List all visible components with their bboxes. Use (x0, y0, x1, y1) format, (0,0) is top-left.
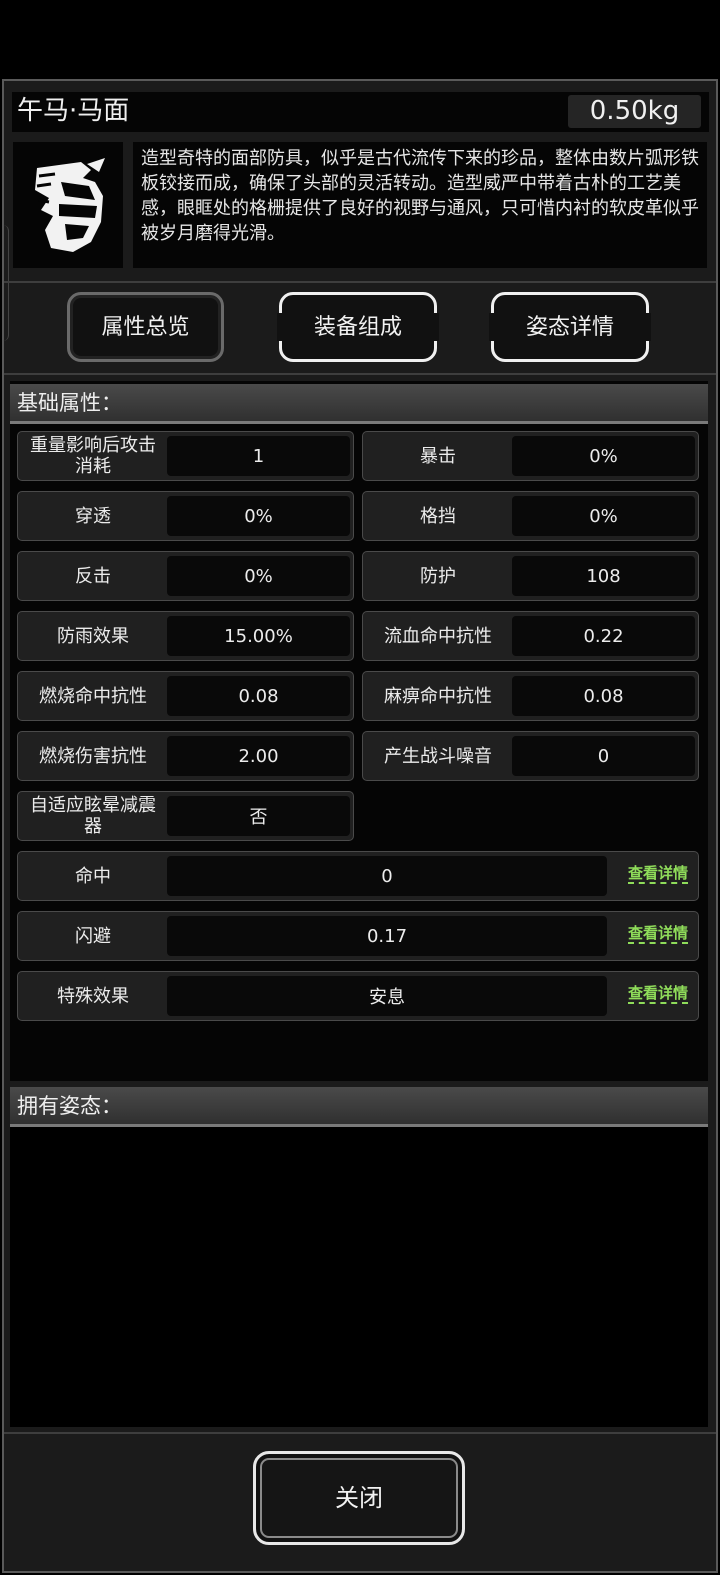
stat-label: 反击 (75, 565, 111, 587)
stat-label: 流血命中抗性 (384, 625, 492, 647)
stat-cell: 暴击 0% (362, 431, 699, 481)
tab-label: 属性总览 (101, 315, 190, 340)
stat-label: 防雨效果 (57, 625, 129, 647)
stat-cell: 流血命中抗性 0.22 (362, 611, 699, 661)
tab-label: 姿态详情 (525, 315, 614, 340)
stat-value: 0.22 (512, 616, 695, 656)
stat-cell: 反击 0% (17, 551, 354, 601)
view-details-link[interactable]: 查看详情 (627, 984, 688, 1004)
stat-row-dodge: 闪避 0.17 查看详情 (17, 911, 699, 961)
tabs-divider (4, 373, 716, 375)
stat-label: 重量影响后攻击消耗 (30, 435, 156, 477)
tab-attribute-overview[interactable]: 属性总览 (67, 292, 224, 362)
stat-value: 0.17 (167, 916, 607, 956)
basic-attributes-header: 基础属性： (10, 384, 708, 424)
stat-value: 0.08 (167, 676, 350, 716)
side-edge-handle (0, 225, 9, 341)
stat-value: 0% (512, 436, 695, 476)
owned-stances-header: 拥有姿态： (10, 1087, 708, 1127)
stat-label: 特殊效果 (57, 985, 129, 1007)
stat-label: 防护 (420, 565, 456, 587)
stat-cell: 麻痹命中抗性 0.08 (362, 671, 699, 721)
stat-cell: 格挡 0% (362, 491, 699, 541)
item-description: 造型奇特的面部防具，似乎是古代流传下来的珍品，整体由数片弧形铁板铰接而成，确保了… (133, 142, 707, 268)
tab-label: 装备组成 (313, 315, 402, 340)
stat-value: 否 (167, 796, 350, 836)
stat-cell: 重量影响后攻击消耗 1 (17, 431, 354, 481)
stat-value: 0% (167, 496, 350, 536)
horse-head-icon (35, 158, 105, 252)
stat-value: 0.08 (512, 676, 695, 716)
stat-label: 燃烧伤害抗性 (39, 745, 147, 767)
stat-value: 0% (167, 556, 350, 596)
item-name: 午马·马面 (17, 96, 130, 126)
footer-divider (4, 1432, 716, 1434)
stat-value: 2.00 (167, 736, 350, 776)
item-icon-frame (13, 142, 123, 268)
stat-label: 命中 (75, 865, 111, 887)
stat-value: 0% (512, 496, 695, 536)
stat-value: 安息 (167, 976, 607, 1016)
stat-cell: 自适应眩晕减震器 否 (17, 791, 354, 841)
view-details-link[interactable]: 查看详情 (627, 924, 688, 944)
tab-equipment-composition[interactable]: 装备组成 (277, 292, 439, 362)
item-weight: 0.50kg (568, 95, 701, 128)
stat-label: 产生战斗噪音 (384, 745, 492, 767)
stat-cell: 燃烧伤害抗性 2.00 (17, 731, 354, 781)
stat-label: 自适应眩晕减震器 (30, 795, 156, 837)
stat-cell: 燃烧命中抗性 0.08 (17, 671, 354, 721)
stat-label: 穿透 (75, 505, 111, 527)
stat-label: 闪避 (75, 925, 111, 947)
stat-label: 燃烧命中抗性 (39, 685, 147, 707)
header-divider (4, 281, 716, 283)
stat-row-special-effect: 特殊效果 安息 查看详情 (17, 971, 699, 1021)
stat-label: 麻痹命中抗性 (384, 685, 492, 707)
close-button[interactable]: 关闭 (253, 1451, 465, 1545)
stat-cell: 穿透 0% (17, 491, 354, 541)
stat-value: 0 (512, 736, 695, 776)
view-details-link[interactable]: 查看详情 (627, 864, 688, 884)
stat-value: 0 (167, 856, 607, 896)
stat-row-hit: 命中 0 查看详情 (17, 851, 699, 901)
owned-stances-list (10, 1127, 708, 1427)
stat-value: 1 (167, 436, 350, 476)
stat-label: 暴击 (420, 445, 456, 467)
stat-label: 格挡 (420, 505, 456, 527)
stat-cell: 防护 108 (362, 551, 699, 601)
stat-cell: 产生战斗噪音 0 (362, 731, 699, 781)
stat-cell: 防雨效果 15.00% (17, 611, 354, 661)
stat-value: 15.00% (167, 616, 350, 656)
stat-value: 108 (512, 556, 695, 596)
tab-stance-details[interactable]: 姿态详情 (489, 292, 651, 362)
